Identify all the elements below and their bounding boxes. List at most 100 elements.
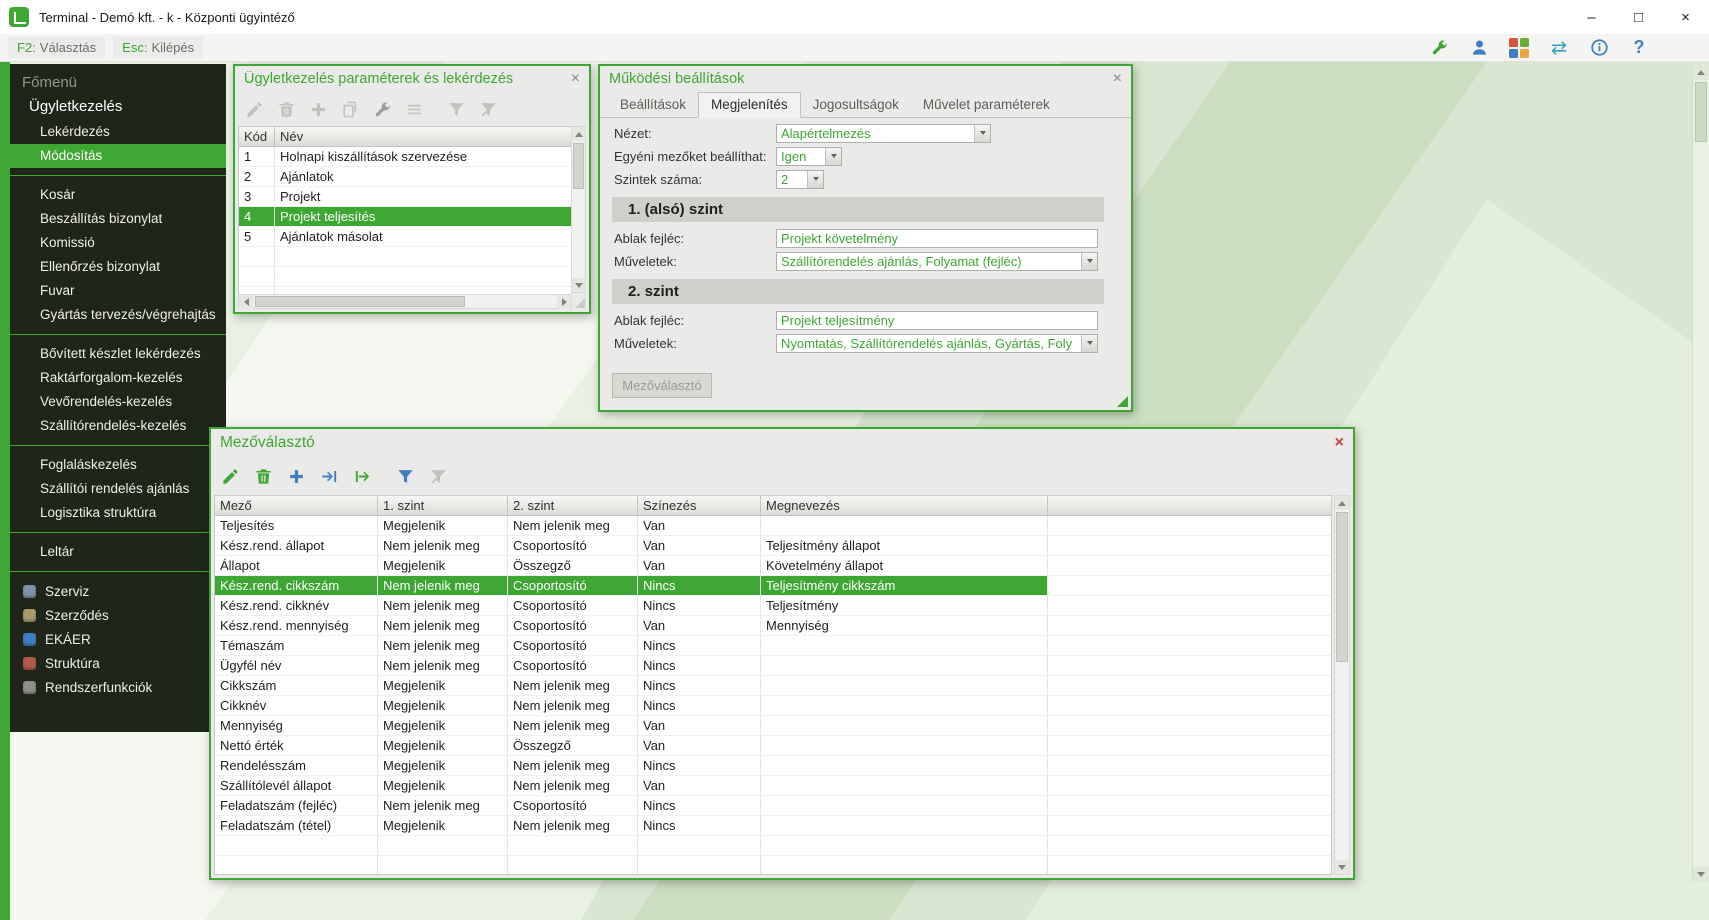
selector-table-row[interactable]: Témaszám Nem jelenik meg Csoportosító Ni… <box>215 636 1331 656</box>
add-icon[interactable] <box>306 97 330 121</box>
selector-table-row[interactable]: Cikkszám Megjelenik Nem jelenik meg Ninc… <box>215 676 1331 696</box>
sidebar-menu-item[interactable]: Beszállítás bizonylat <box>10 207 226 231</box>
sidebar-menu-item[interactable]: Kosár <box>10 183 226 207</box>
selector-table-row[interactable]: Feladatszám (tétel) Megjelenik Nem jelen… <box>215 816 1331 836</box>
sidebar-section-ugyletkezeles[interactable]: Ügyletkezelés <box>10 95 226 120</box>
chevron-down-icon[interactable] <box>974 125 990 142</box>
selector-table-row[interactable]: Teljesítés Megjelenik Nem jelenik meg Va… <box>215 516 1331 536</box>
sidebar-menu-item[interactable]: Gyártás tervezés/végrehajtás <box>10 303 226 327</box>
selector-table-row[interactable]: Ügyfél név Nem jelenik meg Csoportosító … <box>215 656 1331 676</box>
scroll-thumb[interactable] <box>1695 82 1707 142</box>
tools-icon[interactable] <box>1427 36 1451 60</box>
sidebar-module-item[interactable]: Szerviz <box>10 579 226 603</box>
sidebar-menu-item[interactable]: Komissió <box>10 231 226 255</box>
scroll-left-icon[interactable] <box>239 295 253 309</box>
settings-tab[interactable]: Jogosultságok <box>801 93 911 117</box>
sidebar-module-item[interactable]: Struktúra <box>10 651 226 675</box>
params-vertical-scrollbar[interactable] <box>571 126 586 293</box>
transfer-icon[interactable]: ⇄ <box>1547 36 1571 60</box>
paste-icon[interactable] <box>338 97 362 121</box>
resize-grip[interactable] <box>1117 396 1128 407</box>
chevron-down-icon[interactable] <box>825 148 841 165</box>
selector-table-row[interactable]: Rendelésszám Megjelenik Nem jelenik meg … <box>215 756 1331 776</box>
selector-window-titlebar[interactable]: Mezőválasztó × <box>211 429 1353 457</box>
list-icon[interactable] <box>402 97 426 121</box>
filter-icon[interactable] <box>444 97 468 121</box>
edit-icon[interactable] <box>242 97 266 121</box>
settings-tab[interactable]: Megjelenítés <box>698 92 801 118</box>
tools-icon[interactable] <box>370 97 394 121</box>
sidebar-menu-item[interactable]: Szállítói rendelés ajánlás <box>10 477 226 501</box>
params-table-row[interactable]: 3 Projekt <box>239 187 571 207</box>
scroll-up-icon[interactable] <box>1335 496 1349 510</box>
selector-table-row[interactable]: Nettó érték Megjelenik Összegző Van <box>215 736 1331 756</box>
filter-off-icon[interactable] <box>476 97 500 121</box>
sidebar-menu-item[interactable]: Fuvar <box>10 279 226 303</box>
params-horizontal-scrollbar[interactable] <box>238 294 572 309</box>
chevron-down-icon[interactable] <box>807 171 823 188</box>
shortcut-esc[interactable]: Esc:Kilépés <box>113 37 203 58</box>
apps-icon[interactable] <box>1507 36 1531 60</box>
scroll-down-icon[interactable] <box>572 278 586 292</box>
move-out-icon[interactable] <box>350 464 374 488</box>
resize-grip[interactable] <box>575 298 585 308</box>
params-table-row[interactable]: 2 Ajánlatok <box>239 167 571 187</box>
settings-window-titlebar[interactable]: Működési beállítások × <box>600 66 1131 92</box>
scroll-up-icon[interactable] <box>572 127 586 141</box>
main-scrollbar[interactable] <box>1692 64 1709 882</box>
column-header-kod[interactable]: Kód <box>239 127 275 146</box>
field-input[interactable]: Nyomtatás, Szállítórendelés ajánlás, Gyá… <box>776 334 1098 353</box>
chevron-down-icon[interactable] <box>1081 253 1097 270</box>
delete-icon[interactable] <box>274 97 298 121</box>
params-close-icon[interactable]: × <box>571 71 580 87</box>
scroll-thumb[interactable] <box>1336 512 1348 662</box>
field-dropdown[interactable]: 2 <box>776 170 824 189</box>
params-table-row[interactable]: 4 Projekt teljesítés <box>239 207 571 227</box>
chevron-down-icon[interactable] <box>1081 335 1097 352</box>
selector-table-row[interactable]: Kész.rend. mennyiség Nem jelenik meg Cso… <box>215 616 1331 636</box>
selector-table-row[interactable]: Állapot Megjelenik Összegző Van Követelm… <box>215 556 1331 576</box>
selector-table-row[interactable]: Kész.rend. cikkszám Nem jelenik meg Csop… <box>215 576 1331 596</box>
column-header-nev[interactable]: Név <box>275 127 571 146</box>
scroll-up-icon[interactable] <box>1693 64 1709 80</box>
filter-icon[interactable] <box>393 464 417 488</box>
sidebar-menu-item[interactable]: Módosítás <box>10 144 226 168</box>
selector-column-header[interactable] <box>1048 496 1331 515</box>
user-icon[interactable] <box>1467 36 1491 60</box>
sidebar-module-item[interactable]: EKÁER <box>10 627 226 651</box>
selector-table-row[interactable]: Kész.rend. cikknév Nem jelenik meg Csopo… <box>215 596 1331 616</box>
info-icon[interactable] <box>1587 36 1611 60</box>
minimize-button[interactable]: – <box>1568 0 1615 34</box>
sidebar-menu-item[interactable]: Leltár <box>10 540 226 564</box>
selector-table-row[interactable]: Kész.rend. állapot Nem jelenik meg Csopo… <box>215 536 1331 556</box>
scroll-right-icon[interactable] <box>557 295 571 309</box>
close-button[interactable]: × <box>1662 0 1709 34</box>
sidebar-menu-item[interactable]: Szállítórendelés-kezelés <box>10 414 226 438</box>
params-window-titlebar[interactable]: Ügyletkezelés paraméterek és lekérdezés … <box>235 66 589 92</box>
selector-column-header[interactable]: Megnevezés <box>761 496 1048 515</box>
scroll-down-icon[interactable] <box>1693 866 1709 882</box>
field-input[interactable]: Szállítórendelés ajánlás, Folyamat (fejl… <box>776 252 1098 271</box>
params-table-row[interactable]: 5 Ajánlatok másolat <box>239 227 571 247</box>
settings-tab[interactable]: Beállítások <box>608 93 698 117</box>
sidebar-menu-item[interactable]: Logisztika struktúra <box>10 501 226 525</box>
move-in-icon[interactable] <box>317 464 341 488</box>
selector-table-row[interactable]: Szállítólevél állapot Megjelenik Nem jel… <box>215 776 1331 796</box>
selector-close-icon[interactable]: × <box>1335 435 1344 451</box>
sidebar-menu-item[interactable]: Raktárforgalom-kezelés <box>10 366 226 390</box>
sidebar-module-item[interactable]: Rendszerfunkciók <box>10 675 226 699</box>
settings-close-icon[interactable]: × <box>1113 71 1122 87</box>
scroll-down-icon[interactable] <box>1335 860 1349 874</box>
help-icon[interactable]: ? <box>1627 36 1651 60</box>
maximize-button[interactable]: □ <box>1615 0 1662 34</box>
params-table-row[interactable]: 1 Holnapi kiszállítások szervezése <box>239 147 571 167</box>
selector-column-header[interactable]: Színezés <box>638 496 761 515</box>
selector-column-header[interactable]: 1. szint <box>378 496 508 515</box>
sidebar-menu-item[interactable]: Vevőrendelés-kezelés <box>10 390 226 414</box>
edit-icon[interactable] <box>218 464 242 488</box>
delete-icon[interactable] <box>251 464 275 488</box>
sidebar-menu-item[interactable]: Lekérdezés <box>10 120 226 144</box>
selector-column-header[interactable]: 2. szint <box>508 496 638 515</box>
filter-off-icon[interactable] <box>426 464 450 488</box>
field-dropdown[interactable]: Igen <box>776 147 842 166</box>
